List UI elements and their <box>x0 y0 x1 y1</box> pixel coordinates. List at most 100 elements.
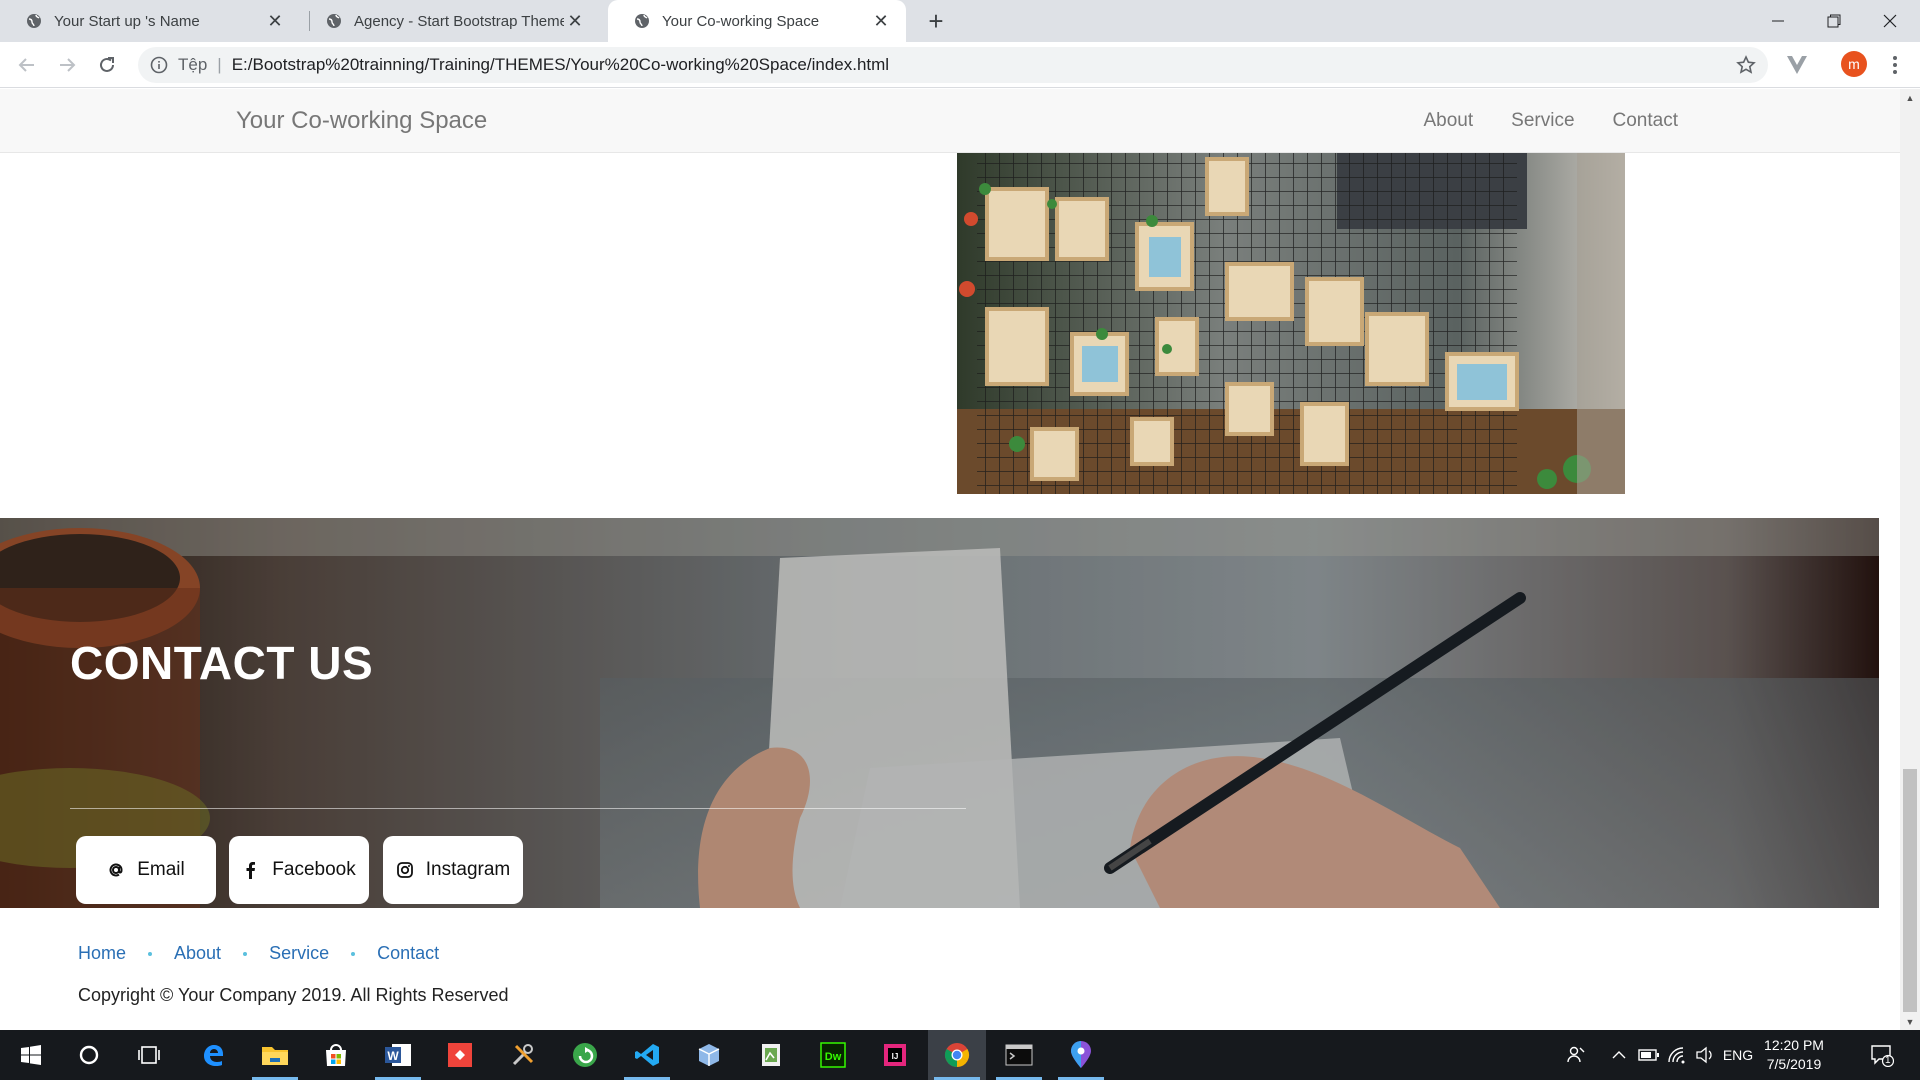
nav-link-contact[interactable]: Contact <box>1613 110 1678 132</box>
at-icon <box>109 863 123 877</box>
coworking-photo <box>957 149 1625 494</box>
scheme-label: Tệp <box>178 55 208 74</box>
facebook-button[interactable]: Facebook <box>229 836 369 904</box>
arrow-left-icon <box>18 58 34 72</box>
chrome-icon[interactable] <box>928 1030 986 1080</box>
reload-button[interactable] <box>92 50 122 80</box>
maps-icon[interactable] <box>1052 1030 1110 1080</box>
footer-dot <box>148 951 153 956</box>
new-tab-button[interactable]: + <box>922 6 950 36</box>
globe-icon <box>635 14 649 28</box>
intellij-icon[interactable]: IJ <box>866 1030 924 1080</box>
scroll-down-arrow-icon[interactable]: ▼ <box>1900 1013 1920 1030</box>
footer-dot <box>243 951 248 956</box>
task-view-icon[interactable] <box>120 1030 178 1080</box>
tab-title: Agency - Start Bootstrap Theme <box>354 12 564 30</box>
nav-link-service[interactable]: Service <box>1511 110 1574 132</box>
tab-agency[interactable]: Agency - Start Bootstrap Theme ✕ <box>300 0 600 42</box>
page-scrollbar[interactable]: ▲ ▼ <box>1900 89 1920 1030</box>
email-button[interactable]: Email <box>76 836 216 904</box>
nav-link-about[interactable]: About <box>1424 110 1474 132</box>
scroll-thumb[interactable] <box>1903 769 1917 1012</box>
wifi-icon[interactable] <box>1664 1030 1690 1080</box>
star-icon[interactable] <box>1736 55 1756 75</box>
facebook-label: Facebook <box>272 859 356 880</box>
language-indicator[interactable]: ENG <box>1720 1030 1756 1080</box>
dreamweaver-icon[interactable]: Dw <box>804 1030 862 1080</box>
clock-date: 7/5/2019 <box>1766 1056 1822 1072</box>
volume-icon[interactable] <box>1692 1030 1718 1080</box>
start-icon[interactable] <box>2 1030 60 1080</box>
footer-link-about[interactable]: About <box>174 943 221 964</box>
chevron-up-icon[interactable] <box>1608 1030 1630 1080</box>
people-icon[interactable] <box>1560 1030 1592 1080</box>
contact-title: CONTACT US <box>70 637 374 689</box>
facebook-icon <box>246 862 256 879</box>
page-viewport: Your Co-working Space About Service Cont… <box>0 89 1900 1030</box>
contact-section: CONTACT US Email Facebook Instagram <box>0 518 1879 908</box>
instagram-label: Instagram <box>425 859 511 880</box>
instagram-button[interactable]: Instagram <box>383 836 523 904</box>
browser-menu-button[interactable] <box>1882 51 1908 79</box>
vue-devtools-icon[interactable] <box>1784 52 1810 78</box>
site-nav-links: About Service Contact <box>1424 110 1679 132</box>
footer-link-contact[interactable]: Contact <box>377 943 439 964</box>
divider: | <box>217 55 222 74</box>
svg-text:Dw: Dw <box>825 1051 842 1063</box>
clock[interactable]: 12:20 PM 7/5/2019 <box>1756 1036 1832 1074</box>
tab-startup[interactable]: Your Start up 's Name ✕ <box>0 0 300 42</box>
scroll-up-arrow-icon[interactable]: ▲ <box>1900 89 1920 106</box>
anydesk-icon[interactable] <box>431 1030 489 1080</box>
site-brand[interactable]: Your Co-working Space <box>236 107 487 135</box>
url-text[interactable]: E:/Bootstrap%20trainning/Training/THEMES… <box>232 55 889 75</box>
profile-avatar[interactable]: m <box>1841 51 1867 77</box>
word-icon[interactable]: W <box>369 1030 427 1080</box>
browser-toolbar: Tệp | E:/Bootstrap%20trainning/Training/… <box>0 42 1920 88</box>
clock-time: 12:20 PM <box>1764 1037 1824 1053</box>
restore-button[interactable] <box>1806 0 1862 42</box>
site-navbar: Your Co-working Space About Service Cont… <box>0 89 1900 153</box>
address-bar[interactable]: Tệp | E:/Bootstrap%20trainning/Training/… <box>138 47 1768 83</box>
copyright-text: Copyright © Your Company 2019. All Right… <box>78 985 509 1005</box>
window-close-button[interactable] <box>1862 0 1918 42</box>
store-icon[interactable] <box>307 1030 365 1080</box>
close-icon[interactable]: ✕ <box>870 10 892 32</box>
footer-link-service[interactable]: Service <box>269 943 329 964</box>
tab-coworking[interactable]: Your Co-working Space ✕ <box>608 0 906 42</box>
tab-strip: Your Start up 's Name ✕ Agency - Start B… <box>0 0 1920 42</box>
notification-count: 1 <box>1885 1055 1891 1066</box>
svg-text:W: W <box>387 1049 399 1063</box>
close-icon[interactable]: ✕ <box>264 10 286 32</box>
close-icon[interactable]: ✕ <box>564 10 586 32</box>
close-icon <box>1883 14 1897 28</box>
minimize-button[interactable] <box>1750 0 1806 42</box>
terminal-icon[interactable] <box>990 1030 1048 1080</box>
cortana-icon[interactable] <box>60 1030 118 1080</box>
restore-icon <box>1827 14 1841 28</box>
battery-icon[interactable] <box>1636 1030 1662 1080</box>
info-icon[interactable] <box>150 56 168 74</box>
forward-button[interactable] <box>52 50 82 80</box>
email-label: Email <box>137 859 185 880</box>
tools-icon[interactable] <box>494 1030 552 1080</box>
site-footer: Home About Service Contact Copyright © Y… <box>0 908 1900 1030</box>
sheet-icon[interactable] <box>742 1030 800 1080</box>
windows-taskbar: W Dw IJ ENG 12:20 PM 7/5/2019 1 <box>0 1030 1920 1080</box>
reload-icon <box>100 57 114 72</box>
tab-title: Your Co-working Space <box>662 12 820 30</box>
arrow-right-icon <box>60 58 76 72</box>
app-green-icon[interactable] <box>556 1030 614 1080</box>
vscode-icon[interactable] <box>618 1030 676 1080</box>
file-explorer-icon[interactable] <box>246 1030 304 1080</box>
notification-center-icon[interactable]: 1 <box>1862 1030 1902 1080</box>
box-icon[interactable] <box>680 1030 738 1080</box>
minimize-icon <box>1772 20 1784 22</box>
globe-icon <box>27 14 41 28</box>
svg-text:IJ: IJ <box>892 1052 899 1061</box>
footer-link-home[interactable]: Home <box>78 943 126 964</box>
footer-links: Home About Service Contact <box>78 943 439 964</box>
edge-icon[interactable] <box>184 1030 242 1080</box>
back-button[interactable] <box>12 50 42 80</box>
contact-divider <box>70 808 966 809</box>
footer-dot <box>351 951 356 956</box>
